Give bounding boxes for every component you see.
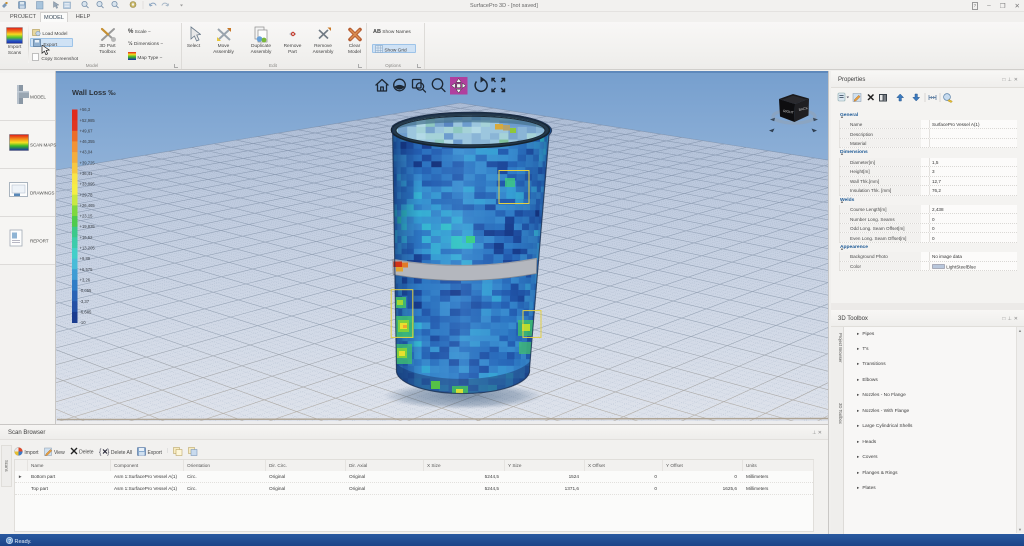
svg-text:+36,41: +36,41 <box>80 171 94 176</box>
svg-text:?: ? <box>8 539 11 544</box>
svg-text:+56,3: +56,3 <box>80 107 91 112</box>
svg-text:-0,055: -0,055 <box>80 288 93 293</box>
svg-text:+46,355: +46,355 <box>80 139 96 144</box>
svg-text:+16,52: +16,52 <box>80 235 94 240</box>
svg-text:+13,205: +13,205 <box>80 246 96 251</box>
svg-text:+23,15: +23,15 <box>80 214 94 219</box>
svg-text:+49,67: +49,67 <box>80 128 94 133</box>
svg-text:+39,725: +39,725 <box>80 160 96 165</box>
svg-text:+26,465: +26,465 <box>80 203 96 208</box>
svg-text:-3,37: -3,37 <box>80 299 90 304</box>
svg-text:+52,985: +52,985 <box>80 118 96 123</box>
svg-text:+9,89: +9,89 <box>80 256 91 261</box>
svg-text:{: { <box>99 449 102 456</box>
svg-text:+19,835: +19,835 <box>80 224 96 229</box>
svg-text:+43,04: +43,04 <box>80 150 94 155</box>
svg-text:}: } <box>107 449 110 456</box>
svg-text:+33,095: +33,095 <box>80 182 96 187</box>
svg-text:+6,575: +6,575 <box>80 267 94 272</box>
svg-text:Wall Loss ‰: Wall Loss ‰ <box>72 88 116 97</box>
svg-text:+29,78: +29,78 <box>80 192 94 197</box>
svg-text:-10: -10 <box>80 320 87 325</box>
svg-text:-6,685: -6,685 <box>80 310 93 315</box>
svg-text:+3,26: +3,26 <box>80 278 91 283</box>
